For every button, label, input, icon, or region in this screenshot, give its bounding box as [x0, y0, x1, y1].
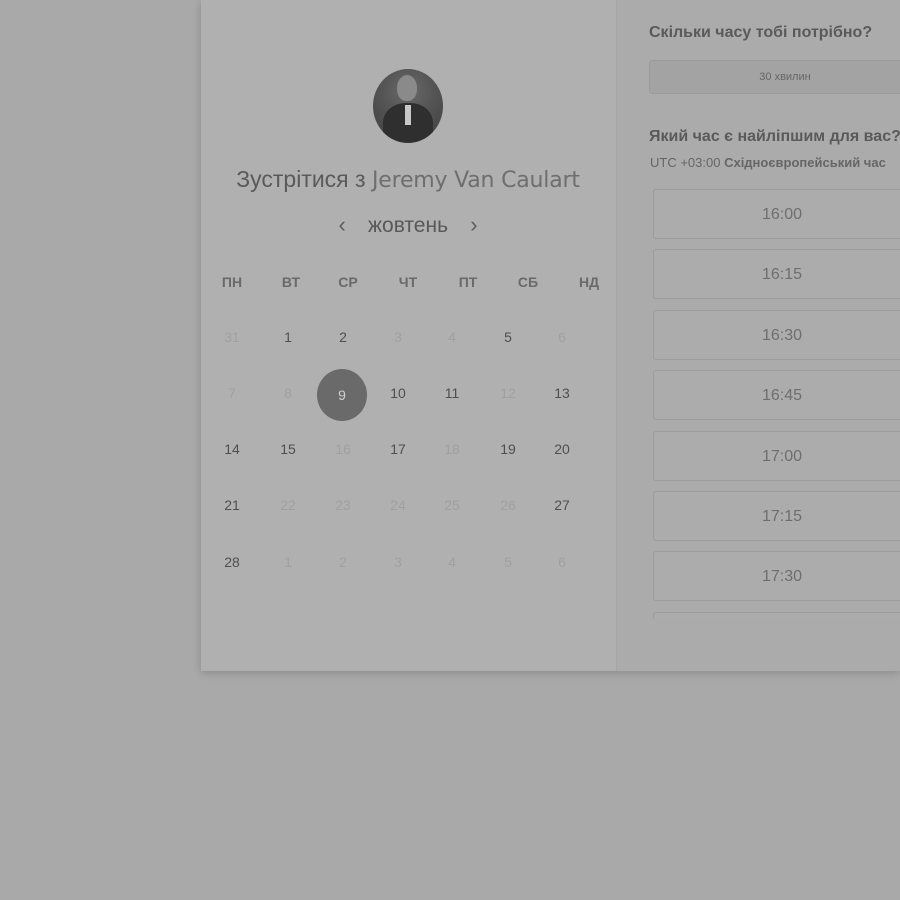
calendar-day[interactable]: 13 — [537, 367, 587, 419]
calendar-day: 1 — [284, 554, 292, 570]
weekday-label: СБ — [517, 274, 539, 290]
time-slot-button[interactable]: 16:15 — [653, 249, 900, 300]
timezone-offset: UTC +03:00 — [650, 155, 721, 170]
calendar-day: 2 — [339, 554, 347, 570]
calendar-day[interactable]: 10 — [373, 367, 423, 419]
timezone-label[interactable]: UTC +03:00 Східноєвропейський час — [650, 155, 886, 170]
time-slot-button[interactable] — [653, 611, 900, 619]
calendar-day: 8 — [284, 385, 292, 401]
time-slot-list[interactable]: 16:00 16:15 16:30 16:45 17:00 17:15 17:30 — [653, 189, 900, 619]
calendar-day: 6 — [558, 329, 566, 345]
host-name: Jeremy Van Caulart — [371, 168, 580, 193]
weekday-label: НД — [578, 274, 600, 290]
chevron-right-icon[interactable]: › — [460, 212, 488, 238]
calendar-day: 6 — [558, 554, 566, 570]
calendar-day[interactable]: 28 — [207, 536, 257, 588]
calendar-day: 3 — [394, 329, 402, 345]
weekday-label: ВТ — [281, 274, 301, 290]
month-label: жовтень — [367, 214, 449, 237]
month-navigation: ‹ жовтень › — [201, 212, 615, 238]
calendar-day: 16 — [335, 441, 351, 457]
calendar-day[interactable]: 20 — [537, 423, 587, 475]
calendar-pane: Зустрітися з Jeremy Van Caulart ‹ жовтен… — [201, 0, 615, 671]
time-pane: Скільки часу тобі потрібно? 30 хвилин Як… — [616, 0, 900, 671]
meeting-title: Зустрітися з Jeremy Van Caulart — [201, 166, 615, 193]
calendar-day: 25 — [444, 497, 460, 513]
booking-card: Зустрітися з Jeremy Van Caulart ‹ жовтен… — [201, 0, 900, 671]
title-prefix: Зустрітися з — [236, 166, 366, 192]
calendar-day[interactable]: 19 — [483, 423, 533, 475]
weekday-label: ЧТ — [398, 274, 418, 290]
time-slot-button[interactable]: 16:30 — [653, 309, 900, 360]
calendar-day: 24 — [390, 497, 406, 513]
time-slot-button[interactable]: 16:45 — [653, 370, 900, 421]
timezone-name: Східноєвропейський час — [724, 155, 886, 170]
calendar-day: 23 — [335, 497, 351, 513]
calendar-day: 18 — [444, 441, 460, 457]
calendar-day: 4 — [448, 329, 456, 345]
chevron-left-icon[interactable]: ‹ — [328, 212, 356, 238]
calendar-day[interactable]: 27 — [537, 479, 587, 531]
calendar-day: 3 — [394, 554, 402, 570]
calendar-day[interactable]: 15 — [263, 423, 313, 475]
avatar — [373, 69, 443, 143]
time-slot-button[interactable]: 17:00 — [653, 430, 900, 481]
calendar-day: 31 — [224, 329, 240, 345]
calendar-day: 26 — [500, 497, 516, 513]
duration-question: Скільки часу тобі потрібно? — [649, 24, 873, 41]
time-slot-button[interactable]: 17:15 — [653, 491, 900, 541]
duration-selector[interactable]: 30 хвилин — [649, 60, 900, 94]
weekday-label: ПН — [221, 274, 243, 290]
calendar-day: 4 — [448, 554, 456, 570]
calendar-day: 7 — [228, 385, 236, 401]
calendar-day[interactable]: 11 — [427, 367, 477, 419]
time-slot-button[interactable]: 17:30 — [653, 551, 900, 602]
weekday-header: ПН ВТ СР ЧТ ПТ СБ НД — [205, 274, 615, 294]
calendar-day[interactable]: 5 — [483, 311, 533, 363]
calendar-day[interactable]: 1 — [263, 311, 313, 363]
calendar-day: 5 — [504, 554, 512, 570]
time-slot-button[interactable]: 16:00 — [653, 189, 900, 239]
calendar-day[interactable]: 17 — [373, 423, 423, 475]
calendar-day[interactable]: 14 — [207, 423, 257, 475]
calendar-day: 12 — [500, 385, 516, 401]
weekday-label: ПТ — [458, 274, 478, 290]
calendar-day-selected[interactable]: 9 — [317, 369, 367, 421]
weekday-label: СР — [338, 274, 358, 290]
calendar-day[interactable]: 21 — [207, 479, 257, 531]
time-question: Який час є найліпшим для вас? — [649, 128, 900, 145]
calendar-day[interactable]: 2 — [318, 311, 368, 363]
calendar-day: 22 — [280, 497, 296, 513]
